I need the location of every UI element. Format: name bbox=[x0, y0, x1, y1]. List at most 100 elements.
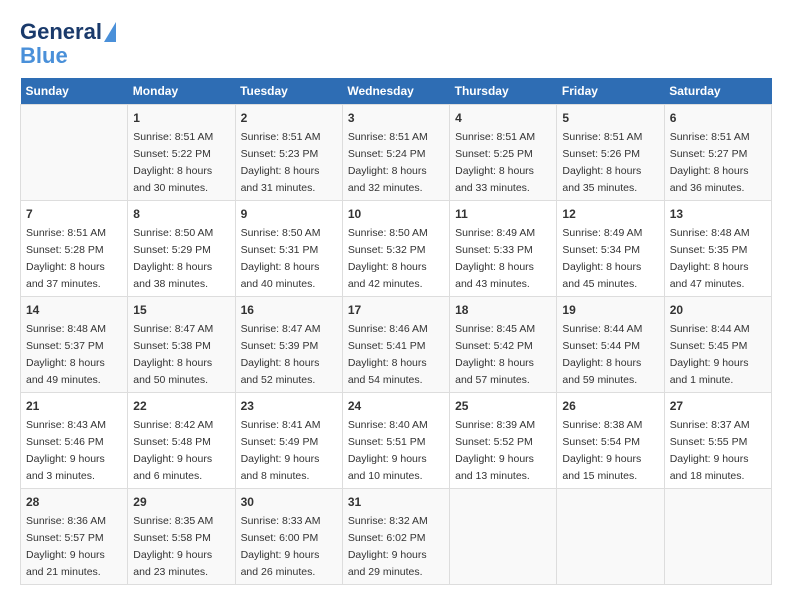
day-number: 3 bbox=[348, 109, 444, 127]
calendar-cell: 22 Sunrise: 8:42 AMSunset: 5:48 PMDayligh… bbox=[128, 393, 235, 489]
calendar-cell bbox=[21, 105, 128, 201]
day-info: Sunrise: 8:45 AMSunset: 5:42 PMDaylight:… bbox=[455, 323, 535, 385]
day-info: Sunrise: 8:49 AMSunset: 5:34 PMDaylight:… bbox=[562, 227, 642, 289]
day-info: Sunrise: 8:42 AMSunset: 5:48 PMDaylight:… bbox=[133, 419, 213, 481]
calendar-header-row: SundayMondayTuesdayWednesdayThursdayFrid… bbox=[21, 78, 772, 105]
day-info: Sunrise: 8:48 AMSunset: 5:37 PMDaylight:… bbox=[26, 323, 106, 385]
day-info: Sunrise: 8:51 AMSunset: 5:27 PMDaylight:… bbox=[670, 131, 750, 193]
day-info: Sunrise: 8:51 AMSunset: 5:26 PMDaylight:… bbox=[562, 131, 642, 193]
day-number: 27 bbox=[670, 397, 766, 415]
day-number: 7 bbox=[26, 205, 122, 223]
calendar-cell: 9 Sunrise: 8:50 AMSunset: 5:31 PMDaylight… bbox=[235, 201, 342, 297]
calendar-cell: 1 Sunrise: 8:51 AMSunset: 5:22 PMDaylight… bbox=[128, 105, 235, 201]
day-number: 22 bbox=[133, 397, 229, 415]
logo: General Blue bbox=[20, 20, 116, 68]
calendar-cell: 3Sunrise: 8:51 AMSunset: 5:24 PMDaylight… bbox=[342, 105, 449, 201]
day-info: Sunrise: 8:47 AMSunset: 5:39 PMDaylight:… bbox=[241, 323, 321, 385]
day-number: 8 bbox=[133, 205, 229, 223]
day-info: Sunrise: 8:38 AMSunset: 5:54 PMDaylight:… bbox=[562, 419, 642, 481]
day-info: Sunrise: 8:46 AMSunset: 5:41 PMDaylight:… bbox=[348, 323, 428, 385]
calendar-cell: 11 Sunrise: 8:49 AMSunset: 5:33 PMDayligh… bbox=[450, 201, 557, 297]
calendar-cell: 30 Sunrise: 8:33 AMSunset: 6:00 PMDayligh… bbox=[235, 489, 342, 585]
day-number: 1 bbox=[133, 109, 229, 127]
day-number: 30 bbox=[241, 493, 337, 511]
header-friday: Friday bbox=[557, 78, 664, 105]
day-number: 21 bbox=[26, 397, 122, 415]
calendar-cell: 16Sunrise: 8:47 AMSunset: 5:39 PMDayligh… bbox=[235, 297, 342, 393]
day-info: Sunrise: 8:39 AMSunset: 5:52 PMDaylight:… bbox=[455, 419, 535, 481]
day-number: 15 bbox=[133, 301, 229, 319]
day-number: 20 bbox=[670, 301, 766, 319]
week-row-5: 28 Sunrise: 8:36 AMSunset: 5:57 PMDayligh… bbox=[21, 489, 772, 585]
calendar-cell: 8 Sunrise: 8:50 AMSunset: 5:29 PMDaylight… bbox=[128, 201, 235, 297]
calendar-cell bbox=[450, 489, 557, 585]
day-number: 26 bbox=[562, 397, 658, 415]
calendar-cell: 10 Sunrise: 8:50 AMSunset: 5:32 PMDayligh… bbox=[342, 201, 449, 297]
day-info: Sunrise: 8:36 AMSunset: 5:57 PMDaylight:… bbox=[26, 515, 106, 577]
calendar-cell: 20 Sunrise: 8:44 AMSunset: 5:45 PMDayligh… bbox=[664, 297, 771, 393]
day-info: Sunrise: 8:33 AMSunset: 6:00 PMDaylight:… bbox=[241, 515, 321, 577]
calendar-cell: 31Sunrise: 8:32 AMSunset: 6:02 PMDayligh… bbox=[342, 489, 449, 585]
day-number: 10 bbox=[348, 205, 444, 223]
calendar-table: SundayMondayTuesdayWednesdayThursdayFrid… bbox=[20, 78, 772, 585]
header-wednesday: Wednesday bbox=[342, 78, 449, 105]
calendar-cell: 5Sunrise: 8:51 AMSunset: 5:26 PMDaylight… bbox=[557, 105, 664, 201]
calendar-cell: 27Sunrise: 8:37 AMSunset: 5:55 PMDayligh… bbox=[664, 393, 771, 489]
day-info: Sunrise: 8:51 AMSunset: 5:23 PMDaylight:… bbox=[241, 131, 321, 193]
calendar-cell: 18Sunrise: 8:45 AMSunset: 5:42 PMDayligh… bbox=[450, 297, 557, 393]
day-info: Sunrise: 8:50 AMSunset: 5:32 PMDaylight:… bbox=[348, 227, 428, 289]
calendar-cell bbox=[664, 489, 771, 585]
calendar-cell: 13Sunrise: 8:48 AMSunset: 5:35 PMDayligh… bbox=[664, 201, 771, 297]
calendar-cell: 28 Sunrise: 8:36 AMSunset: 5:57 PMDayligh… bbox=[21, 489, 128, 585]
day-info: Sunrise: 8:47 AMSunset: 5:38 PMDaylight:… bbox=[133, 323, 213, 385]
calendar-cell: 25 Sunrise: 8:39 AMSunset: 5:52 PMDayligh… bbox=[450, 393, 557, 489]
day-number: 6 bbox=[670, 109, 766, 127]
day-number: 19 bbox=[562, 301, 658, 319]
week-row-1: 1 Sunrise: 8:51 AMSunset: 5:22 PMDaylight… bbox=[21, 105, 772, 201]
header-saturday: Saturday bbox=[664, 78, 771, 105]
calendar-cell: 7 Sunrise: 8:51 AMSunset: 5:28 PMDaylight… bbox=[21, 201, 128, 297]
logo-text-blue: Blue bbox=[20, 44, 68, 68]
week-row-3: 14 Sunrise: 8:48 AMSunset: 5:37 PMDayligh… bbox=[21, 297, 772, 393]
day-number: 4 bbox=[455, 109, 551, 127]
calendar-cell: 21Sunrise: 8:43 AMSunset: 5:46 PMDayligh… bbox=[21, 393, 128, 489]
header-thursday: Thursday bbox=[450, 78, 557, 105]
day-number: 23 bbox=[241, 397, 337, 415]
calendar-cell: 6 Sunrise: 8:51 AMSunset: 5:27 PMDaylight… bbox=[664, 105, 771, 201]
day-info: Sunrise: 8:40 AMSunset: 5:51 PMDaylight:… bbox=[348, 419, 428, 481]
day-info: Sunrise: 8:35 AMSunset: 5:58 PMDaylight:… bbox=[133, 515, 213, 577]
header-sunday: Sunday bbox=[21, 78, 128, 105]
calendar-cell: 26 Sunrise: 8:38 AMSunset: 5:54 PMDayligh… bbox=[557, 393, 664, 489]
calendar-cell: 2 Sunrise: 8:51 AMSunset: 5:23 PMDaylight… bbox=[235, 105, 342, 201]
header-tuesday: Tuesday bbox=[235, 78, 342, 105]
day-number: 24 bbox=[348, 397, 444, 415]
day-number: 14 bbox=[26, 301, 122, 319]
day-number: 9 bbox=[241, 205, 337, 223]
day-info: Sunrise: 8:51 AMSunset: 5:25 PMDaylight:… bbox=[455, 131, 535, 193]
calendar-cell bbox=[557, 489, 664, 585]
day-number: 11 bbox=[455, 205, 551, 223]
day-info: Sunrise: 8:50 AMSunset: 5:29 PMDaylight:… bbox=[133, 227, 213, 289]
calendar-cell: 4 Sunrise: 8:51 AMSunset: 5:25 PMDaylight… bbox=[450, 105, 557, 201]
day-info: Sunrise: 8:41 AMSunset: 5:49 PMDaylight:… bbox=[241, 419, 321, 481]
day-number: 17 bbox=[348, 301, 444, 319]
day-info: Sunrise: 8:49 AMSunset: 5:33 PMDaylight:… bbox=[455, 227, 535, 289]
logo-icon bbox=[104, 22, 116, 42]
header-monday: Monday bbox=[128, 78, 235, 105]
week-row-2: 7 Sunrise: 8:51 AMSunset: 5:28 PMDaylight… bbox=[21, 201, 772, 297]
day-number: 25 bbox=[455, 397, 551, 415]
calendar-cell: 24 Sunrise: 8:40 AMSunset: 5:51 PMDayligh… bbox=[342, 393, 449, 489]
day-number: 13 bbox=[670, 205, 766, 223]
day-number: 28 bbox=[26, 493, 122, 511]
day-info: Sunrise: 8:51 AMSunset: 5:22 PMDaylight:… bbox=[133, 131, 213, 193]
day-number: 29 bbox=[133, 493, 229, 511]
day-number: 2 bbox=[241, 109, 337, 127]
day-info: Sunrise: 8:32 AMSunset: 6:02 PMDaylight:… bbox=[348, 515, 428, 577]
page-header: General Blue bbox=[20, 20, 772, 68]
day-info: Sunrise: 8:44 AMSunset: 5:45 PMDaylight:… bbox=[670, 323, 750, 385]
day-info: Sunrise: 8:50 AMSunset: 5:31 PMDaylight:… bbox=[241, 227, 321, 289]
day-info: Sunrise: 8:51 AMSunset: 5:28 PMDaylight:… bbox=[26, 227, 106, 289]
day-info: Sunrise: 8:44 AMSunset: 5:44 PMDaylight:… bbox=[562, 323, 642, 385]
calendar-cell: 19 Sunrise: 8:44 AMSunset: 5:44 PMDayligh… bbox=[557, 297, 664, 393]
calendar-cell: 29 Sunrise: 8:35 AMSunset: 5:58 PMDayligh… bbox=[128, 489, 235, 585]
